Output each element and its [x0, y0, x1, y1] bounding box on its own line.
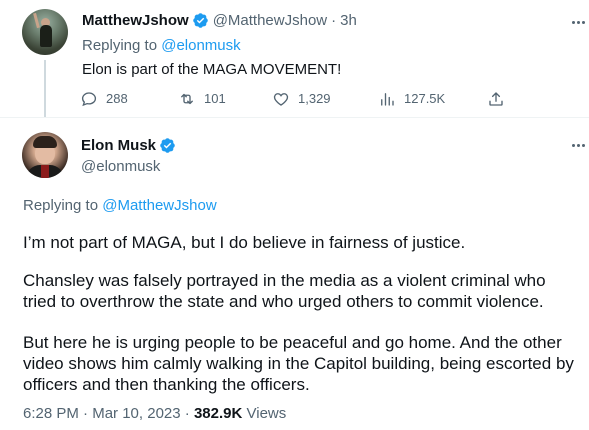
views-label: Views — [246, 405, 287, 422]
views-count: 382.9K — [193, 405, 243, 422]
avatar-figure — [40, 25, 52, 47]
share-icon — [489, 92, 503, 106]
author-handle[interactable]: @MatthewJshow — [213, 12, 327, 29]
author-avatar[interactable] — [22, 9, 68, 55]
tweet-date[interactable]: Mar 10, 2023 — [92, 405, 180, 422]
replying-to: Replying to @elonmusk — [82, 37, 241, 54]
views-button[interactable]: 127.5K — [378, 89, 445, 109]
verified-badge-icon — [160, 138, 175, 153]
avatar-arm — [33, 12, 40, 29]
retweet-count: 101 — [204, 91, 226, 106]
views-count: 127.5K — [404, 91, 446, 106]
time-ago[interactable]: 3h — [340, 12, 357, 29]
separator: · — [83, 405, 89, 422]
author-avatar[interactable] — [22, 132, 68, 178]
more-options-icon[interactable] — [568, 14, 588, 30]
thread-connector-line — [44, 60, 46, 117]
bar-chart-icon — [381, 93, 394, 106]
reply-button[interactable]: 288 — [80, 89, 128, 109]
replying-to: Replying to @MatthewJshow — [23, 197, 217, 214]
tweet-actions: 288 101 1,329 127.5K — [80, 89, 520, 109]
author-name[interactable]: MatthewJshow — [82, 12, 189, 29]
author-handle[interactable]: @elonmusk — [81, 158, 160, 175]
retweet-icon — [181, 93, 193, 105]
replying-handle-link[interactable]: @elonmusk — [161, 37, 240, 54]
verified-badge-icon — [192, 13, 208, 28]
tweet-header: MatthewJshow @MatthewJshow · 3h — [82, 12, 357, 29]
reply-count: 288 — [106, 91, 128, 106]
retweet-button[interactable]: 101 — [178, 89, 226, 109]
avatar-hair — [33, 136, 57, 148]
replying-label: Replying to — [23, 197, 99, 214]
replying-label: Replying to — [82, 37, 158, 54]
heart-icon — [273, 93, 289, 106]
share-button[interactable] — [487, 89, 513, 109]
tweet-meta: 6:28 PM · Mar 10, 2023 · 382.9K Views — [23, 405, 286, 422]
tweet-text: Elon is part of the MAGA MOVEMENT! — [82, 61, 342, 78]
author-name-row: Elon Musk — [81, 137, 176, 154]
author-name[interactable]: Elon Musk — [81, 137, 156, 154]
tweet-time[interactable]: 6:28 PM — [23, 405, 79, 422]
tweet-paragraph: Chansley was falsely portrayed in the me… — [23, 271, 546, 311]
like-count: 1,329 — [298, 91, 331, 106]
comment-icon — [81, 92, 97, 107]
separator: · — [184, 405, 190, 422]
tweet-divider — [0, 117, 589, 118]
reply-tweet[interactable]: MatthewJshow @MatthewJshow · 3h Replying… — [0, 0, 589, 117]
separator: · — [331, 12, 337, 29]
tweet-paragraph: But here he is urging people to be peace… — [23, 333, 574, 394]
more-options-icon[interactable] — [568, 137, 588, 153]
replying-handle-link[interactable]: @MatthewJshow — [102, 197, 216, 214]
tweet-paragraph: I’m not part of MAGA, but I do believe i… — [23, 233, 466, 252]
avatar-shirt — [41, 165, 49, 178]
like-button[interactable]: 1,329 — [272, 89, 331, 109]
